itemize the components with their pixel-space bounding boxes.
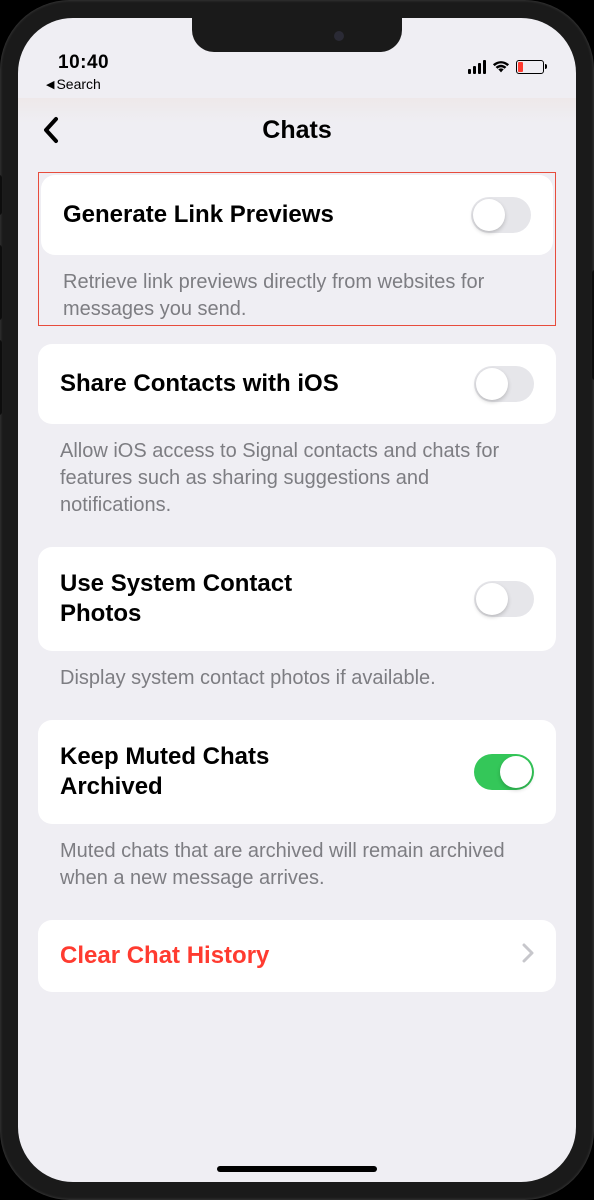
status-time: 10:40: [58, 52, 109, 74]
setting-title: Share Contacts with iOS: [60, 369, 339, 399]
battery-icon: [516, 60, 544, 74]
nav-header: Chats: [18, 98, 576, 160]
cellular-signal-icon: [468, 60, 486, 74]
breadcrumb-arrow-icon: ◀: [46, 78, 54, 91]
volume-down-button: [0, 340, 2, 415]
setting-description: Allow iOS access to Signal contacts and …: [38, 424, 556, 519]
setting-row-share-contacts[interactable]: Share Contacts with iOS: [38, 344, 556, 424]
status-icons: [468, 60, 544, 74]
toggle-knob: [476, 583, 508, 615]
toggle-knob: [473, 199, 505, 231]
toggle-knob: [476, 368, 508, 400]
volume-up-button: [0, 245, 2, 320]
toggle-contact-photos[interactable]: [474, 581, 534, 617]
toggle-link-previews[interactable]: [471, 197, 531, 233]
setting-title: Keep Muted Chats Archived: [60, 742, 340, 802]
setting-row-muted-archived[interactable]: Keep Muted Chats Archived: [38, 720, 556, 824]
setting-title: Use System Contact Photos: [60, 569, 340, 629]
breadcrumb-back[interactable]: ◀ Search: [18, 76, 576, 98]
toggle-knob: [500, 756, 532, 788]
settings-content: Generate Link Previews Retrieve link pre…: [18, 160, 576, 992]
notch: [192, 18, 402, 52]
toggle-share-contacts[interactable]: [474, 366, 534, 402]
breadcrumb-label: Search: [56, 76, 100, 92]
wifi-icon: [492, 60, 510, 74]
setting-row-contact-photos[interactable]: Use System Contact Photos: [38, 547, 556, 651]
setting-description: Muted chats that are archived will remai…: [38, 824, 556, 892]
page-title: Chats: [262, 116, 331, 145]
action-label: Clear Chat History: [60, 942, 269, 970]
setting-description: Display system contact photos if availab…: [38, 651, 556, 692]
setting-description: Retrieve link previews directly from web…: [41, 255, 553, 323]
chevron-left-icon: [42, 116, 60, 144]
toggle-muted-archived[interactable]: [474, 754, 534, 790]
chevron-right-icon: [522, 942, 534, 970]
back-button[interactable]: [42, 116, 60, 144]
screen: 10:40 ◀ Search: [18, 18, 576, 1182]
mute-switch: [0, 175, 2, 215]
setting-title: Generate Link Previews: [63, 200, 334, 230]
clear-history-button[interactable]: Clear Chat History: [38, 920, 556, 992]
setting-row-link-previews[interactable]: Generate Link Previews: [41, 175, 553, 255]
highlight-annotation: Generate Link Previews Retrieve link pre…: [38, 172, 556, 326]
home-indicator[interactable]: [217, 1166, 377, 1172]
battery-level-low: [518, 62, 523, 72]
phone-frame: 10:40 ◀ Search: [0, 0, 594, 1200]
